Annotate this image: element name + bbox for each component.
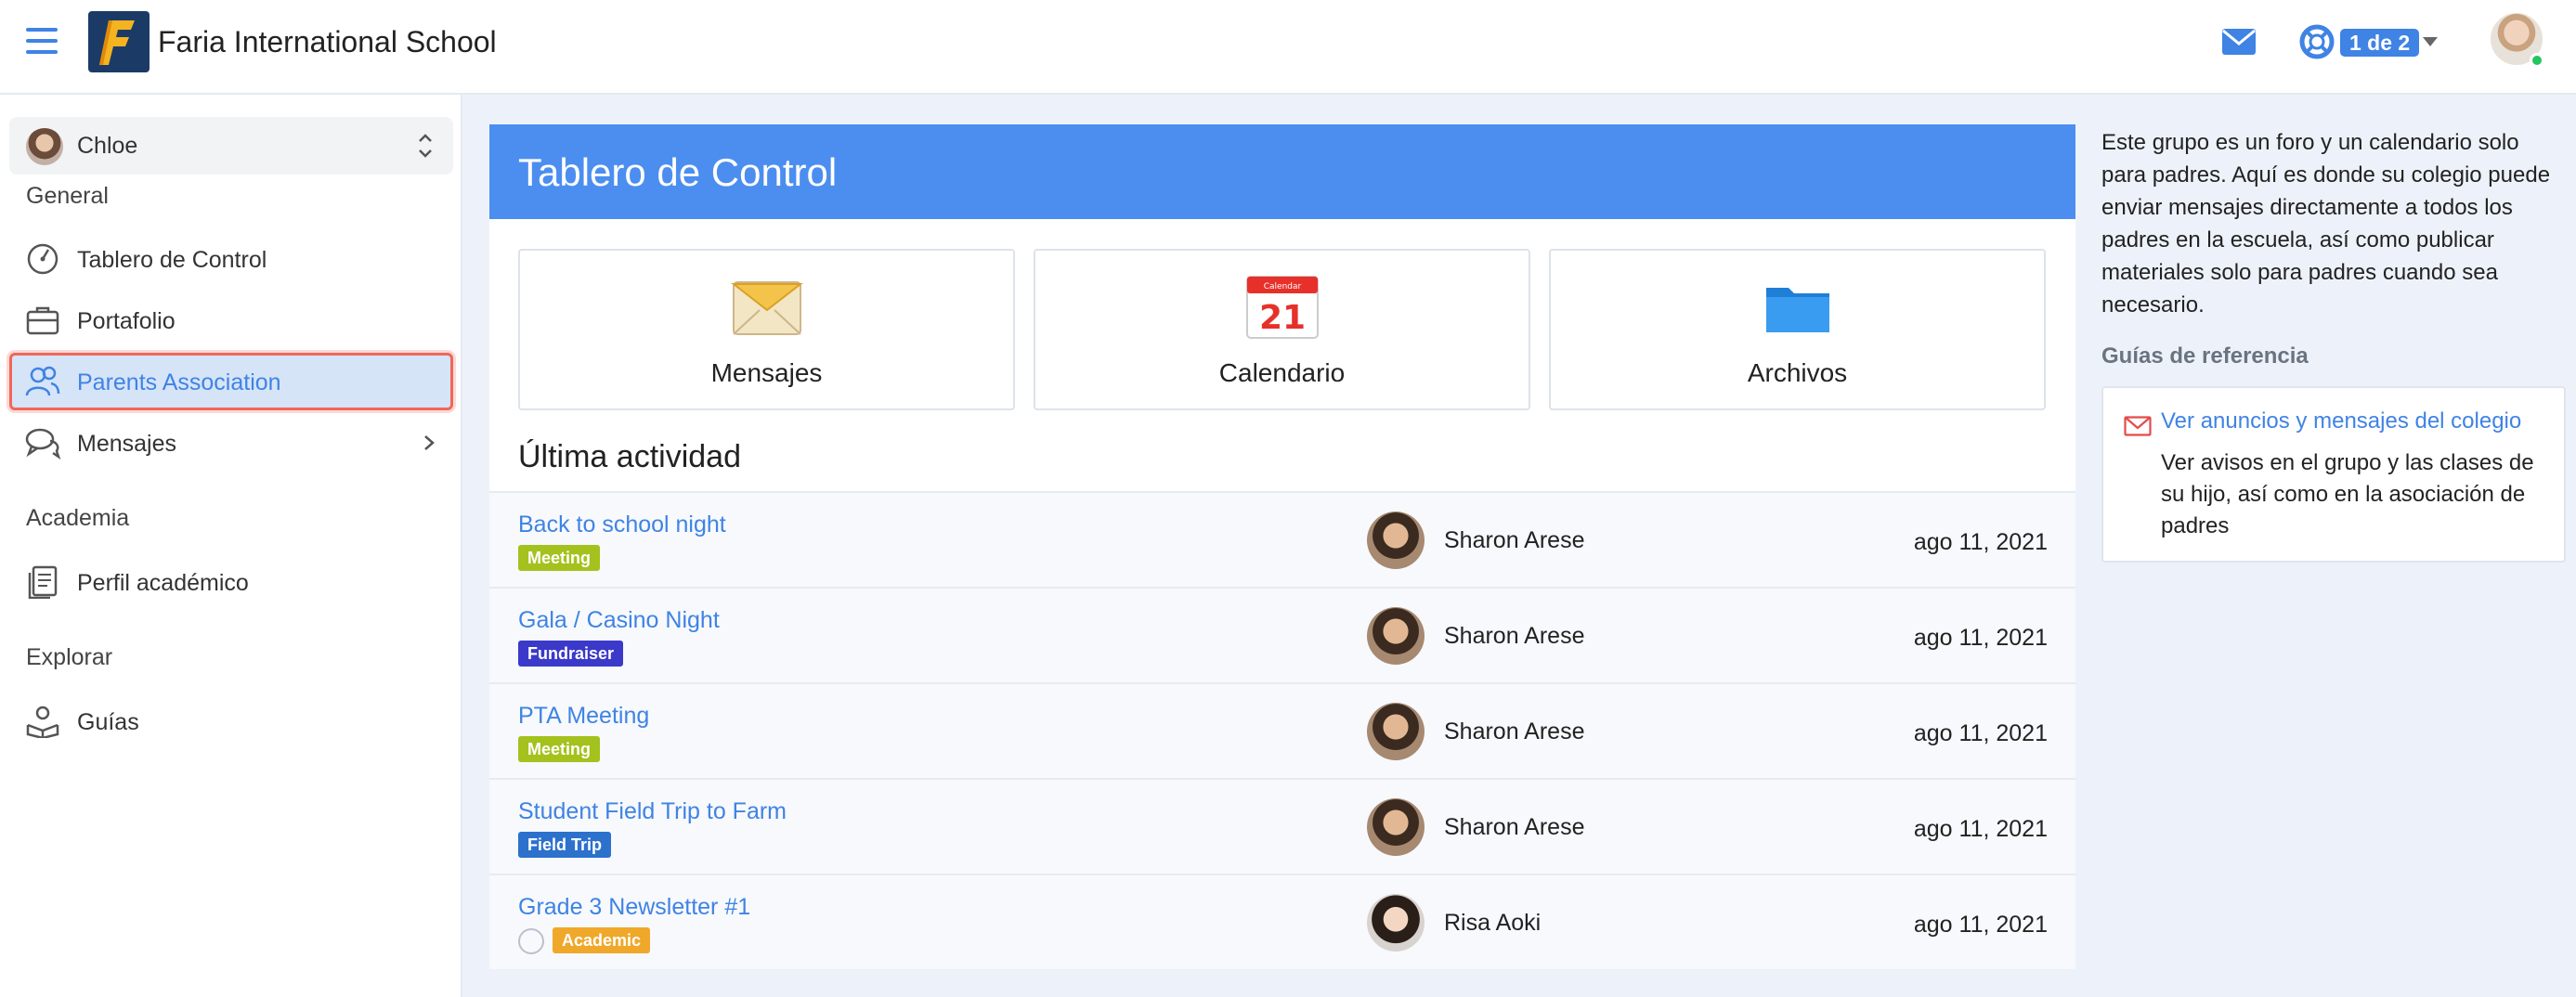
- help-lifering-icon[interactable]: [2299, 24, 2335, 59]
- folder-icon: [1765, 288, 1829, 332]
- group-icon: [25, 366, 60, 396]
- activity-row: Grade 3 Newsletter #1 Academic Risa Aoki…: [489, 874, 2075, 969]
- chevron-updown-icon: [419, 134, 432, 158]
- tag-badge: Academic: [553, 927, 651, 953]
- guides-heading: Guías de referencia: [2101, 343, 2309, 369]
- tag-badge: Field Trip: [518, 832, 612, 858]
- activity-title-link[interactable]: PTA Meeting: [518, 703, 649, 730]
- author-name: Sharon Arese: [1444, 719, 1585, 745]
- chevron-down-icon[interactable]: [2423, 37, 2438, 46]
- tag-badge: Meeting: [518, 545, 601, 571]
- activity-row: Gala / Casino Night Fundraiser Sharon Ar…: [489, 587, 2075, 682]
- activity-date: ago 11, 2021: [1913, 816, 2048, 842]
- author-avatar: [1367, 607, 1425, 665]
- section-label-academia: Academia: [26, 505, 130, 531]
- main-panel: Tablero de Control Mensajes Calendar 21 …: [489, 124, 2075, 969]
- section-label-general: General: [26, 183, 109, 209]
- sidebar-item-parents-association[interactable]: Parents Association: [9, 353, 453, 410]
- activity-title-link[interactable]: Gala / Casino Night: [518, 607, 720, 634]
- author-avatar: [1367, 703, 1425, 760]
- dashboard-icon: [27, 243, 59, 275]
- author-avatar: [1367, 798, 1425, 856]
- activity-row: Back to school night Meeting Sharon Ares…: [489, 491, 2075, 587]
- briefcase-icon: [26, 306, 59, 335]
- author-avatar: [1367, 511, 1425, 569]
- child-selector[interactable]: Chloe: [9, 117, 453, 175]
- sidebar-item-label: Portafolio: [77, 308, 176, 334]
- tile-label: Calendario: [1218, 358, 1346, 387]
- section-label-explorar: Explorar: [26, 644, 113, 670]
- tile-label: Archivos: [1747, 358, 1848, 387]
- tile-calendar[interactable]: Calendar 21 Calendario: [1034, 249, 1530, 410]
- child-avatar: [26, 128, 63, 165]
- sidebar: Chloe General Tablero de Control Portafo…: [0, 95, 462, 997]
- page-indicator-badge[interactable]: 1 de 2: [2340, 29, 2420, 57]
- menu-icon[interactable]: [26, 28, 58, 56]
- activity-row: Student Field Trip to Farm Field Trip Sh…: [489, 778, 2075, 874]
- activity-title-link[interactable]: Student Field Trip to Farm: [518, 798, 787, 825]
- tile-files[interactable]: Archivos: [1549, 249, 2046, 410]
- school-logo[interactable]: [88, 11, 150, 72]
- activity-date: ago 11, 2021: [1913, 625, 2048, 651]
- chat-icon: [25, 428, 61, 460]
- sidebar-item-guides[interactable]: Guías: [9, 693, 453, 750]
- guide-link[interactable]: Ver anuncios y mensajes del colegio: [2161, 408, 2521, 434]
- activity-date: ago 11, 2021: [1913, 912, 2048, 938]
- sidebar-item-label: Perfil académico: [77, 570, 249, 596]
- author-name: Sharon Arese: [1444, 527, 1585, 553]
- unread-circle-icon[interactable]: [518, 928, 544, 954]
- tile-messages[interactable]: Mensajes: [518, 249, 1015, 410]
- sidebar-item-label: Parents Association: [77, 369, 281, 395]
- sidebar-item-label: Tablero de Control: [77, 247, 267, 273]
- sidebar-item-label: Mensajes: [77, 431, 176, 457]
- envelope-icon: [730, 281, 803, 335]
- activity-date: ago 11, 2021: [1913, 529, 2048, 555]
- guide-card: Ver anuncios y mensajes del colegio Ver …: [2101, 386, 2566, 563]
- author-name: Sharon Arese: [1444, 814, 1585, 840]
- activity-date: ago 11, 2021: [1913, 720, 2048, 746]
- activity-title-link[interactable]: Back to school night: [518, 511, 726, 538]
- sidebar-item-portfolio[interactable]: Portafolio: [9, 291, 453, 349]
- guide-description: Ver avisos en el grupo y las clases de s…: [2161, 450, 2534, 538]
- tag-badge: Fundraiser: [518, 641, 624, 667]
- sidebar-item-academic-profile[interactable]: Perfil académico: [9, 553, 453, 611]
- author-name: Risa Aoki: [1444, 910, 1542, 936]
- guides-icon: [26, 706, 59, 738]
- document-icon: [28, 565, 58, 599]
- online-status-dot: [2530, 53, 2544, 68]
- author-avatar: [1367, 894, 1425, 952]
- child-name: Chloe: [77, 133, 138, 159]
- sidebar-item-dashboard[interactable]: Tablero de Control: [9, 230, 453, 288]
- main-header: Tablero de Control: [489, 124, 2075, 219]
- tile-label: Mensajes: [710, 358, 823, 387]
- activity-title-link[interactable]: Grade 3 Newsletter #1: [518, 894, 750, 921]
- chevron-right-icon: [424, 435, 435, 450]
- calendar-icon: Calendar 21: [1245, 276, 1319, 339]
- school-name[interactable]: Faria International School: [158, 25, 497, 59]
- calendar-icon-caption: Calendar: [1263, 282, 1301, 291]
- tag-badge: Meeting: [518, 736, 601, 762]
- activity-heading: Última actividad: [518, 439, 741, 474]
- group-description: Este grupo es un foro y un calendario so…: [2101, 130, 2551, 317]
- calendar-icon-day: 21: [1258, 299, 1305, 337]
- sidebar-item-label: Guías: [77, 709, 139, 735]
- envelope-outline-icon: [2124, 416, 2152, 436]
- top-bar: Faria International School 1 de 2: [0, 0, 2576, 95]
- sidebar-item-messages[interactable]: Mensajes: [9, 414, 453, 472]
- page-title: Tablero de Control: [518, 150, 838, 194]
- author-name: Sharon Arese: [1444, 623, 1585, 649]
- activity-row: PTA Meeting Meeting Sharon Arese ago 11,…: [489, 682, 2075, 778]
- mail-icon[interactable]: [2221, 28, 2257, 56]
